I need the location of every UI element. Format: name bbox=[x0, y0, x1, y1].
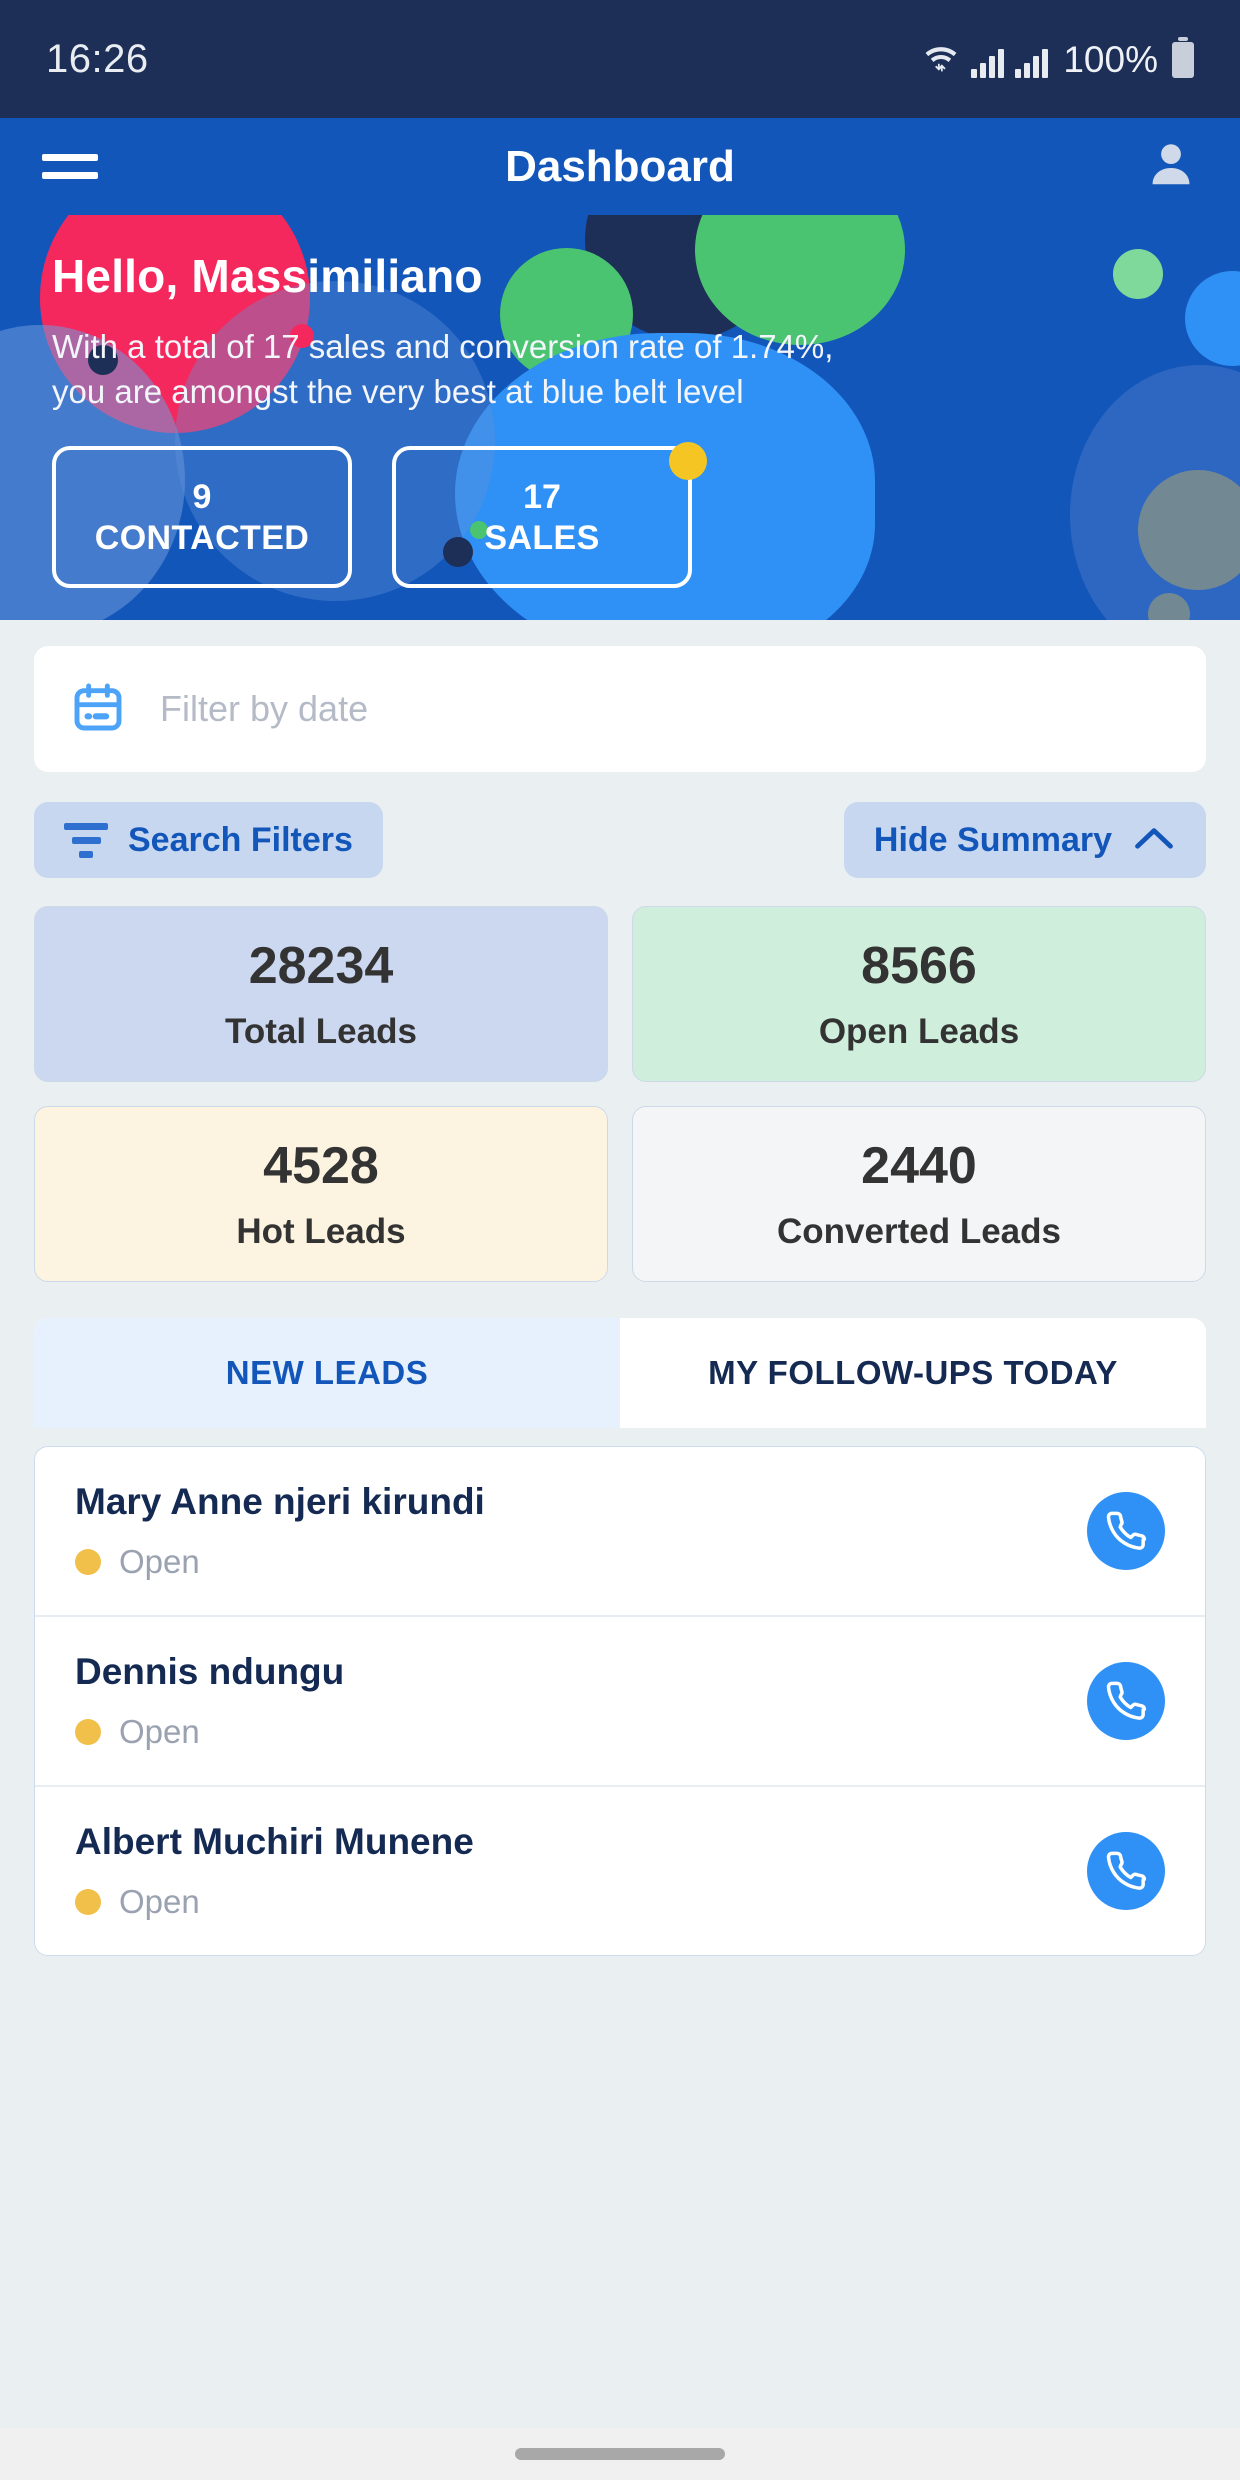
tab-new-leads[interactable]: NEW LEADS bbox=[34, 1318, 620, 1428]
summary-card-total-leads-value: 28234 bbox=[248, 937, 394, 995]
stat-chip-contacted[interactable]: 9 CONTACTED bbox=[52, 446, 352, 589]
page-title: Dashboard bbox=[505, 141, 735, 191]
lead-status: Open bbox=[75, 1883, 474, 1921]
summary-card-grid: 28234 Total Leads 8566 Open Leads 4528 H… bbox=[34, 906, 1206, 1282]
date-filter-field[interactable]: Filter by date bbox=[34, 646, 1206, 772]
lead-tabs: NEW LEADS MY FOLLOW-UPS TODAY bbox=[34, 1318, 1206, 1428]
summary-card-converted-leads-value: 2440 bbox=[861, 1137, 977, 1195]
lead-name: Albert Muchiri Munene bbox=[75, 1821, 474, 1862]
lead-list-item[interactable]: Dennis ndungu Open bbox=[35, 1617, 1205, 1787]
date-filter-placeholder: Filter by date bbox=[160, 688, 369, 729]
summary-card-hot-leads[interactable]: 4528 Hot Leads bbox=[34, 1106, 608, 1282]
summary-card-hot-leads-label: Hot Leads bbox=[236, 1212, 406, 1251]
chevron-up-icon bbox=[1132, 823, 1176, 858]
lead-name: Mary Anne njeri kirundi bbox=[75, 1481, 485, 1522]
phone-icon bbox=[1106, 1511, 1147, 1550]
app-screen: 16:26 100% Dashboard Hello, Massimiliano… bbox=[0, 0, 1240, 2480]
person-avatar-icon[interactable] bbox=[1144, 137, 1198, 196]
status-dot-icon bbox=[75, 1719, 101, 1745]
lead-info: Albert Muchiri Munene Open bbox=[75, 1821, 474, 1921]
filter-funnel-icon bbox=[64, 822, 108, 858]
app-bar: Dashboard bbox=[0, 118, 1240, 215]
summary-card-open-leads-label: Open Leads bbox=[818, 1012, 1020, 1051]
summary-card-hot-leads-value: 4528 bbox=[263, 1137, 379, 1195]
status-bar-icons: 100% bbox=[922, 36, 1194, 80]
lead-status-label: Open bbox=[119, 1883, 200, 1920]
status-dot-icon bbox=[75, 1549, 101, 1575]
stat-chip-sales[interactable]: 17 SALES bbox=[392, 442, 707, 589]
stat-chip-sales-label: SALES bbox=[484, 518, 600, 557]
call-button[interactable] bbox=[1087, 1492, 1165, 1570]
main-content: Filter by date Search Filters Hide Summa… bbox=[0, 620, 1240, 2428]
lead-list-item[interactable]: Mary Anne njeri kirundi Open bbox=[35, 1447, 1205, 1617]
signal-bars-icon bbox=[971, 48, 1005, 78]
greeting-subtitle: With a total of 17 sales and conversion … bbox=[52, 328, 834, 410]
lead-info: Mary Anne njeri kirundi Open bbox=[75, 1481, 485, 1581]
lead-name: Dennis ndungu bbox=[75, 1651, 345, 1692]
signal-bars-icon-2 bbox=[1015, 48, 1049, 78]
call-button[interactable] bbox=[1087, 1662, 1165, 1740]
lead-status-label: Open bbox=[119, 1543, 200, 1580]
lead-status: Open bbox=[75, 1543, 485, 1581]
home-indicator[interactable] bbox=[515, 2448, 725, 2460]
phone-icon bbox=[1106, 1851, 1147, 1890]
summary-card-converted-leads-label: Converted Leads bbox=[777, 1212, 1061, 1251]
summary-card-total-leads-label: Total Leads bbox=[225, 1012, 417, 1051]
search-filters-label: Search Filters bbox=[128, 820, 353, 859]
hide-summary-button[interactable]: Hide Summary bbox=[843, 802, 1206, 878]
lead-status-label: Open bbox=[119, 1713, 200, 1750]
summary-card-converted-leads[interactable]: 2440 Converted Leads bbox=[632, 1106, 1206, 1282]
status-bar: 16:26 100% bbox=[0, 0, 1240, 118]
stat-chip-contacted-value: 9 bbox=[192, 478, 212, 517]
stat-chip-sales-value: 17 bbox=[523, 478, 561, 517]
stat-chip-contacted-label: CONTACTED bbox=[94, 518, 310, 557]
lead-list: Mary Anne njeri kirundi Open Dennis ndun… bbox=[34, 1446, 1206, 1956]
summary-card-open-leads[interactable]: 8566 Open Leads bbox=[632, 906, 1206, 1082]
greeting-title: Hello, Massimiliano bbox=[52, 250, 483, 302]
hide-summary-label: Hide Summary bbox=[873, 820, 1112, 859]
summary-card-total-leads[interactable]: 28234 Total Leads bbox=[34, 906, 608, 1082]
wifi-icon bbox=[922, 41, 960, 78]
system-nav-bar bbox=[0, 2428, 1240, 2480]
status-bar-time: 16:26 bbox=[46, 36, 149, 81]
lead-info: Dennis ndungu Open bbox=[75, 1651, 344, 1751]
stat-chip-sales-badge-dot bbox=[669, 442, 707, 481]
status-dot-icon bbox=[75, 1889, 101, 1915]
tab-my-follow-ups-today[interactable]: MY FOLLOW-UPS TODAY bbox=[620, 1318, 1206, 1428]
hamburger-menu-icon[interactable] bbox=[42, 154, 98, 179]
hero-content: Hello, Massimiliano With a total of 17 s… bbox=[0, 215, 1240, 589]
calendar-icon bbox=[70, 679, 126, 740]
battery-icon bbox=[1172, 36, 1194, 78]
hero-stat-chips: 9 CONTACTED 17 SALES bbox=[52, 442, 1188, 589]
hero-banner: Hello, Massimiliano With a total of 17 s… bbox=[0, 215, 1240, 620]
battery-percent-label: 100% bbox=[1063, 38, 1158, 80]
call-button[interactable] bbox=[1087, 1832, 1165, 1910]
lead-list-item[interactable]: Albert Muchiri Munene Open bbox=[35, 1787, 1205, 1955]
lead-status: Open bbox=[75, 1713, 344, 1751]
filter-row: Search Filters Hide Summary bbox=[34, 802, 1206, 878]
phone-icon bbox=[1106, 1681, 1147, 1720]
search-filters-button[interactable]: Search Filters bbox=[34, 802, 383, 878]
summary-card-open-leads-value: 8566 bbox=[861, 937, 977, 995]
